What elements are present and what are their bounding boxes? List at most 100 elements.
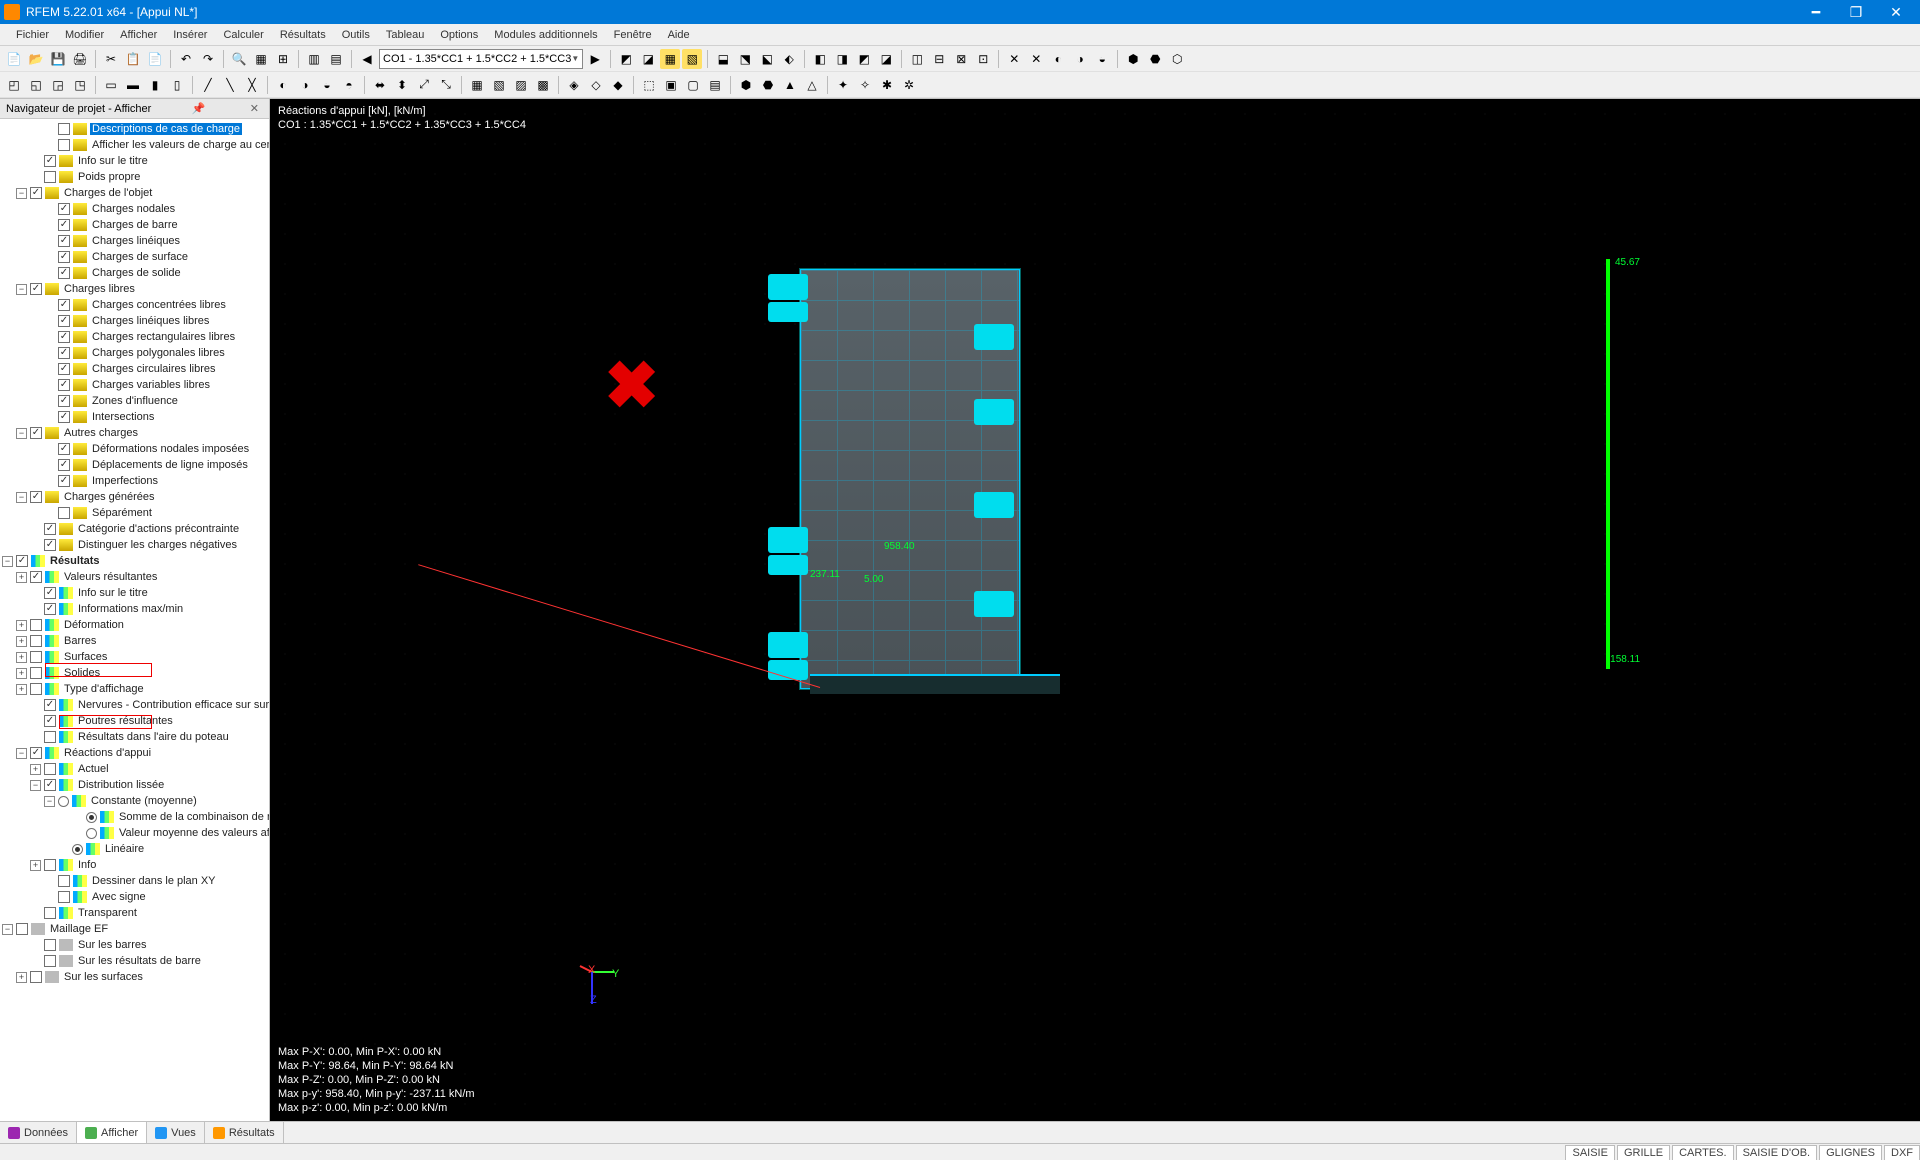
toolbar-icon[interactable]: ⬓ xyxy=(713,49,733,69)
expand-icon[interactable]: + xyxy=(16,684,27,695)
toolbar-icon[interactable]: ▯ xyxy=(167,75,187,95)
toolbar-icon[interactable]: ▥ xyxy=(304,49,324,69)
menu-fenetre[interactable]: Fenêtre xyxy=(606,26,660,44)
viewport-3d[interactable]: Réactions d'appui [kN], [kN/m] CO1 : 1.3… xyxy=(270,99,1920,1121)
tree-item[interactable]: Charges linéiques xyxy=(0,233,269,249)
tree-item[interactable]: Catégorie d'actions précontrainte xyxy=(0,521,269,537)
tree-item[interactable]: Poutres résultantes xyxy=(0,713,269,729)
toolbar-icon[interactable]: ◪ xyxy=(638,49,658,69)
tree-item[interactable]: Distinguer les charges négatives xyxy=(0,537,269,553)
tree[interactable]: Descriptions de cas de charge Afficher l… xyxy=(0,119,269,1121)
expand-icon[interactable]: + xyxy=(16,572,27,583)
toolbar-icon[interactable]: ⬖ xyxy=(779,49,799,69)
toolbar-icon[interactable]: ▢ xyxy=(683,75,703,95)
close-button[interactable]: ✕ xyxy=(1876,0,1916,24)
toolbar-icon[interactable]: ⬢ xyxy=(1123,49,1143,69)
toolbar-icon[interactable]: ✕ xyxy=(1004,49,1024,69)
find-icon[interactable]: 🔍 xyxy=(229,49,249,69)
tree-item[interactable]: Info sur le titre xyxy=(0,585,269,601)
tab-afficher[interactable]: Afficher xyxy=(77,1122,147,1143)
status-cartes[interactable]: CARTES. xyxy=(1672,1145,1733,1160)
toolbar-icon[interactable]: ✧ xyxy=(855,75,875,95)
tree-item[interactable]: Charges concentrées libres xyxy=(0,297,269,313)
toolbar-icon[interactable]: ⬕ xyxy=(757,49,777,69)
expand-icon[interactable]: + xyxy=(16,620,27,631)
expand-icon[interactable]: + xyxy=(16,972,27,983)
menu-modules[interactable]: Modules additionnels xyxy=(486,26,605,44)
menu-resultats[interactable]: Résultats xyxy=(272,26,334,44)
toolbar-icon[interactable]: ✦ xyxy=(833,75,853,95)
menu-calculer[interactable]: Calculer xyxy=(215,26,271,44)
toolbar-icon[interactable]: ▧ xyxy=(489,75,509,95)
tree-item[interactable]: Séparément xyxy=(0,505,269,521)
toolbar-icon[interactable]: ⬣ xyxy=(1145,49,1165,69)
status-saisie[interactable]: SAISIE xyxy=(1565,1145,1614,1160)
tree-item-distribution-lissee[interactable]: −Distribution lissée xyxy=(0,777,269,793)
toolbar-icon[interactable]: ▤ xyxy=(705,75,725,95)
menu-inserer[interactable]: Insérer xyxy=(165,26,215,44)
collapse-icon[interactable]: − xyxy=(16,748,27,759)
toolbar-icon[interactable]: ⬢ xyxy=(736,75,756,95)
undo-icon[interactable]: ↶ xyxy=(176,49,196,69)
status-saisie-ob[interactable]: SAISIE D'OB. xyxy=(1736,1145,1818,1160)
tree-item[interactable]: −Charges libres xyxy=(0,281,269,297)
tree-item[interactable]: Déformations nodales imposées xyxy=(0,441,269,457)
tree-item[interactable]: Charges variables libres xyxy=(0,377,269,393)
tree-item-maillage[interactable]: −Maillage EF xyxy=(0,921,269,937)
tree-item[interactable]: Info sur le titre xyxy=(0,153,269,169)
tree-item[interactable]: Descriptions de cas de charge xyxy=(0,121,269,137)
tree-item[interactable]: Zones d'influence xyxy=(0,393,269,409)
tree-item[interactable]: −Autres charges xyxy=(0,425,269,441)
loadcase-combo[interactable]: CO1 - 1.35*CC1 + 1.5*CC2 + 1.5*CC3 ▼ xyxy=(379,49,583,69)
collapse-icon[interactable]: − xyxy=(30,780,41,791)
tree-item[interactable]: +Solides xyxy=(0,665,269,681)
toolbar-icon[interactable]: △ xyxy=(802,75,822,95)
toolbar-icon[interactable]: ▨ xyxy=(511,75,531,95)
tree-item[interactable]: Charges circulaires libres xyxy=(0,361,269,377)
toolbar-icon[interactable]: ⤡ xyxy=(436,75,456,95)
toolbar-icon[interactable]: ◳ xyxy=(70,75,90,95)
toolbar-icon[interactable]: ▦ xyxy=(467,75,487,95)
toolbar-icon[interactable]: ╳ xyxy=(242,75,262,95)
toolbar-icon[interactable]: ▬ xyxy=(123,75,143,95)
toolbar-icon[interactable]: ✲ xyxy=(899,75,919,95)
toolbar-icon[interactable]: ▮ xyxy=(145,75,165,95)
tree-item[interactable]: Intersections xyxy=(0,409,269,425)
menu-options[interactable]: Options xyxy=(432,26,486,44)
toolbar-icon[interactable]: ⬡ xyxy=(1167,49,1187,69)
toolbar-icon[interactable]: ◆ xyxy=(608,75,628,95)
save-icon[interactable]: 💾 xyxy=(48,49,68,69)
tree-item[interactable]: Charges nodales xyxy=(0,201,269,217)
tree-item[interactable]: −Charges générées xyxy=(0,489,269,505)
status-dxf[interactable]: DXF xyxy=(1884,1145,1920,1160)
tree-item[interactable]: +Actuel xyxy=(0,761,269,777)
toolbar-icon[interactable]: ◐ xyxy=(273,75,293,95)
tree-item[interactable]: Résultats dans l'aire du poteau xyxy=(0,729,269,745)
toolbar-icon[interactable]: ⬌ xyxy=(370,75,390,95)
toolbar-icon[interactable]: ⬔ xyxy=(735,49,755,69)
toolbar-icon[interactable]: ▧ xyxy=(682,49,702,69)
tree-item[interactable]: Dessiner dans le plan XY xyxy=(0,873,269,889)
toolbar-icon[interactable]: ╱ xyxy=(198,75,218,95)
tree-item[interactable]: Charges de solide xyxy=(0,265,269,281)
tree-item[interactable]: −Charges de l'objet xyxy=(0,185,269,201)
toolbar-icon[interactable]: ◑ xyxy=(1070,49,1090,69)
open-icon[interactable]: 📂 xyxy=(26,49,46,69)
tree-item-reactions[interactable]: −Réactions d'appui xyxy=(0,745,269,761)
maximize-button[interactable]: ❐ xyxy=(1836,0,1876,24)
toolbar-icon[interactable]: ▭ xyxy=(101,75,121,95)
tree-item[interactable]: Charges de surface xyxy=(0,249,269,265)
grid-icon[interactable]: ▦ xyxy=(251,49,271,69)
tree-item[interactable]: Nervures - Contribution efficace sur sur… xyxy=(0,697,269,713)
toolbar-icon[interactable]: ◐ xyxy=(1048,49,1068,69)
tree-item[interactable]: Déplacements de ligne imposés xyxy=(0,457,269,473)
print-icon[interactable]: 🖨 xyxy=(70,49,90,69)
toolbar-icon[interactable]: ◧ xyxy=(810,49,830,69)
tree-item[interactable]: +Type d'affichage xyxy=(0,681,269,697)
collapse-icon[interactable]: − xyxy=(16,284,27,295)
toolbar-icon[interactable]: ◨ xyxy=(832,49,852,69)
collapse-icon[interactable]: − xyxy=(16,492,27,503)
menu-aide[interactable]: Aide xyxy=(660,26,698,44)
toolbar-icon[interactable]: ⬣ xyxy=(758,75,778,95)
tree-item[interactable]: Transparent xyxy=(0,905,269,921)
